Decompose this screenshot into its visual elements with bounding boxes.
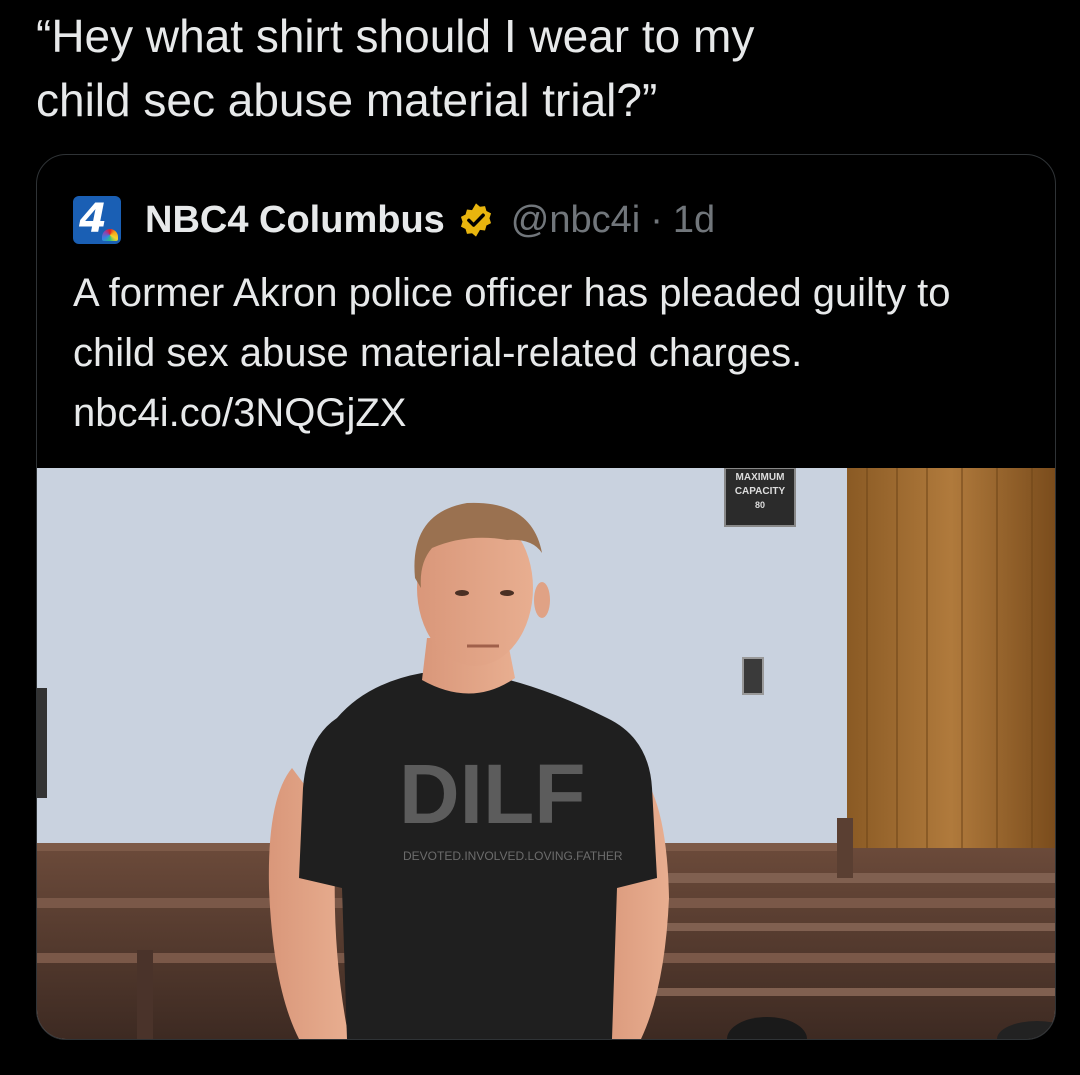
- quoted-tweet-header: 4 NBC4 Columbus @nbc4i · 1d: [73, 195, 715, 245]
- sign-line-2: CAPACITY: [735, 486, 786, 497]
- shirt-print-big: DILF: [399, 747, 586, 841]
- avatar[interactable]: 4: [73, 196, 121, 244]
- courtroom-photo: DILF DEVOTED.INVOLVED.LOVING.FATHER MAXI…: [37, 468, 1055, 1039]
- shirt-print-small: DEVOTED.INVOLVED.LOVING.FATHER: [403, 849, 623, 863]
- quoted-tweet-card[interactable]: 4 NBC4 Columbus @nbc4i · 1d A former Akr…: [36, 154, 1056, 1040]
- peacock-icon: [102, 229, 118, 241]
- separator-dot: ·: [650, 198, 663, 241]
- verified-badge-icon: [460, 203, 491, 237]
- timestamp[interactable]: 1d: [673, 199, 715, 242]
- tweet-text: “Hey what shirt should I wear to my chil…: [36, 10, 755, 126]
- sign-line-3: 80: [755, 500, 765, 510]
- display-name[interactable]: NBC4 Columbus: [145, 199, 445, 242]
- quoted-tweet-body: A former Akron police officer has pleade…: [73, 271, 951, 435]
- tweet-photo[interactable]: DILF DEVOTED.INVOLVED.LOVING.FATHER MAXI…: [37, 468, 1055, 1039]
- handle[interactable]: @nbc4i: [511, 199, 640, 242]
- sign-line-1: MAXIMUM: [736, 472, 785, 483]
